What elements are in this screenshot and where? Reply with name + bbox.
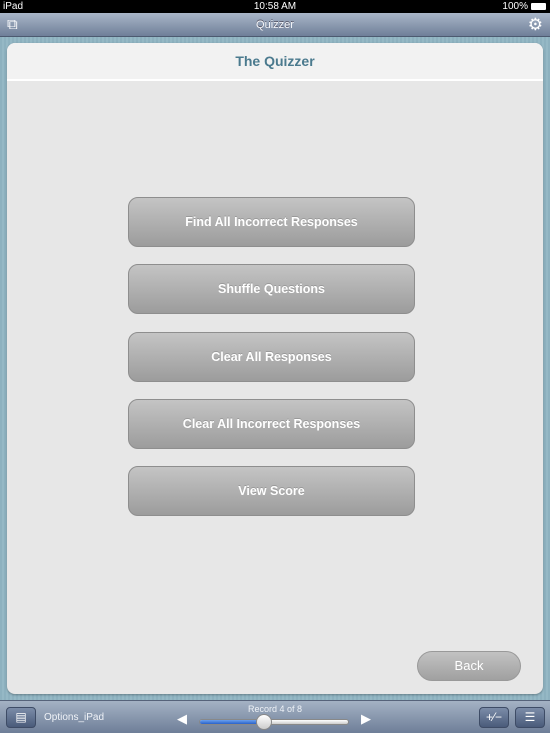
search-list-icon: ☰ bbox=[524, 710, 536, 724]
battery-percent: 100% bbox=[502, 1, 528, 12]
shuffle-questions-button[interactable]: Shuffle Questions bbox=[128, 264, 415, 314]
battery-icon bbox=[531, 3, 546, 10]
view-score-button[interactable]: View Score bbox=[128, 466, 415, 516]
layout-card: The Quizzer Find All Incorrect Responses… bbox=[7, 43, 543, 694]
slider-fill bbox=[200, 720, 264, 724]
next-record-icon[interactable]: ▶ bbox=[361, 711, 371, 727]
status-bar: iPad 10:58 AM 100% bbox=[0, 0, 550, 13]
clear-responses-button[interactable]: Clear All Responses bbox=[128, 332, 415, 382]
back-button[interactable]: Back bbox=[417, 651, 521, 681]
find-button[interactable]: ☰ bbox=[515, 707, 545, 728]
previous-record-icon[interactable]: ◀ bbox=[177, 711, 187, 727]
gear-icon[interactable]: ⚙ bbox=[528, 13, 543, 37]
record-indicator: Record 4 of 8 bbox=[247, 704, 303, 714]
slider-knob[interactable] bbox=[255, 714, 272, 730]
add-delete-record-button[interactable]: +⁄− bbox=[479, 707, 509, 728]
bottom-toolbar: ▤ Options_iPad Record 4 of 8 ◀ ▶ +⁄− ☰ bbox=[0, 700, 550, 733]
clock: 10:58 AM bbox=[253, 1, 297, 12]
page-title: The Quizzer bbox=[7, 43, 543, 81]
app-title: Quizzer bbox=[256, 19, 294, 31]
plus-minus-icon: +⁄− bbox=[485, 710, 503, 724]
clear-incorrect-button[interactable]: Clear All Incorrect Responses bbox=[128, 399, 415, 449]
find-incorrect-button[interactable]: Find All Incorrect Responses bbox=[128, 197, 415, 247]
nav-bar: ⧉ Quizzer ⚙ bbox=[0, 13, 550, 37]
record-slider[interactable] bbox=[199, 714, 349, 730]
